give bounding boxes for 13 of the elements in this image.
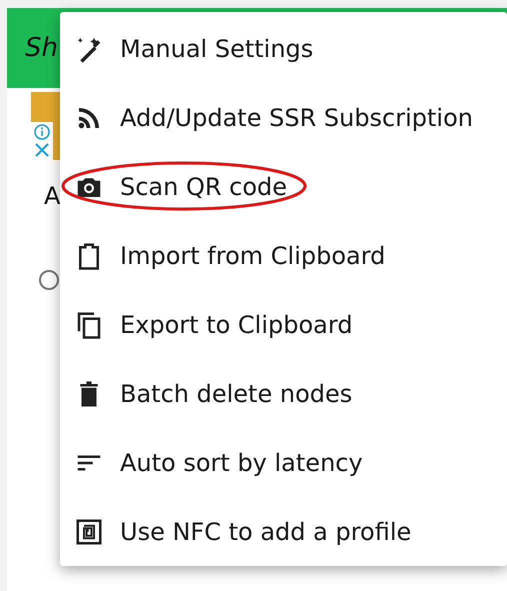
nfc-icon (74, 516, 104, 546)
content-label: A (44, 182, 60, 210)
menu-item[interactable]: Add/Update SSR Subscription (60, 83, 507, 152)
menu-item[interactable]: Import from Clipboard (60, 221, 507, 290)
menu-item[interactable]: Use NFC to add a profile (60, 497, 507, 566)
menu-item[interactable]: Auto sort by latency (60, 428, 507, 497)
menu-item[interactable]: Export to Clipboard (60, 290, 507, 359)
app-title: Sh (25, 33, 58, 63)
menu-item[interactable]: Batch delete nodes (60, 359, 507, 428)
menu-item[interactable]: Manual Settings (60, 14, 507, 83)
menu-item[interactable]: Scan QR code (60, 152, 507, 221)
close-icon[interactable] (34, 142, 50, 158)
info-icon[interactable] (34, 124, 50, 140)
